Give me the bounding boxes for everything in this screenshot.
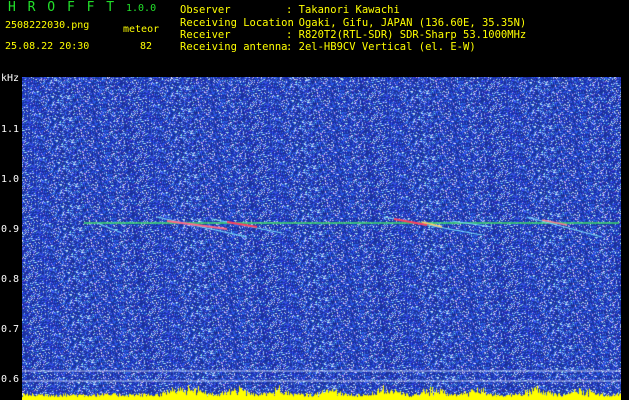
file-name: 2508222030.png <box>5 20 90 31</box>
spectrogram-plot <box>22 77 621 400</box>
y-tick-label: 0.9 <box>1 224 20 235</box>
y-tick-label: 0.8 <box>1 274 20 285</box>
app-version: 1.0.0 <box>126 3 157 14</box>
receiver-label: Receiver <box>180 29 231 41</box>
location-value: : Ogaki, Gifu, JAPAN (136.60E, 35.35N) <box>286 17 527 29</box>
antenna-label: Receiving antenna <box>180 41 288 53</box>
y-tick-label: 0.6 <box>1 374 20 385</box>
header-panel: H R O F F T 1.0.0 2508222030.png 25.08.2… <box>0 0 629 75</box>
observer-value: : Takanori Kawachi <box>286 4 400 16</box>
y-tick-label: 1.0 <box>1 174 20 185</box>
antenna-value: : 2el-HB9CV Vertical (el. E-W) <box>286 41 476 53</box>
observer-label: Observer <box>180 4 231 16</box>
y-axis-unit: kHz <box>1 73 20 84</box>
app-logo: H R O F F T <box>8 0 117 15</box>
location-label: Receiving Location <box>180 17 294 29</box>
meteor-label: meteor <box>123 24 160 35</box>
receiver-value: : R820T2(RTL-SDR) SDR-Sharp 53.1000MHz <box>286 29 527 41</box>
y-tick-label: 0.7 <box>1 324 20 335</box>
y-tick-label: 1.1 <box>1 124 20 135</box>
capture-datetime: 25.08.22 20:30 <box>5 41 90 52</box>
meteor-count: 82 <box>140 41 153 52</box>
